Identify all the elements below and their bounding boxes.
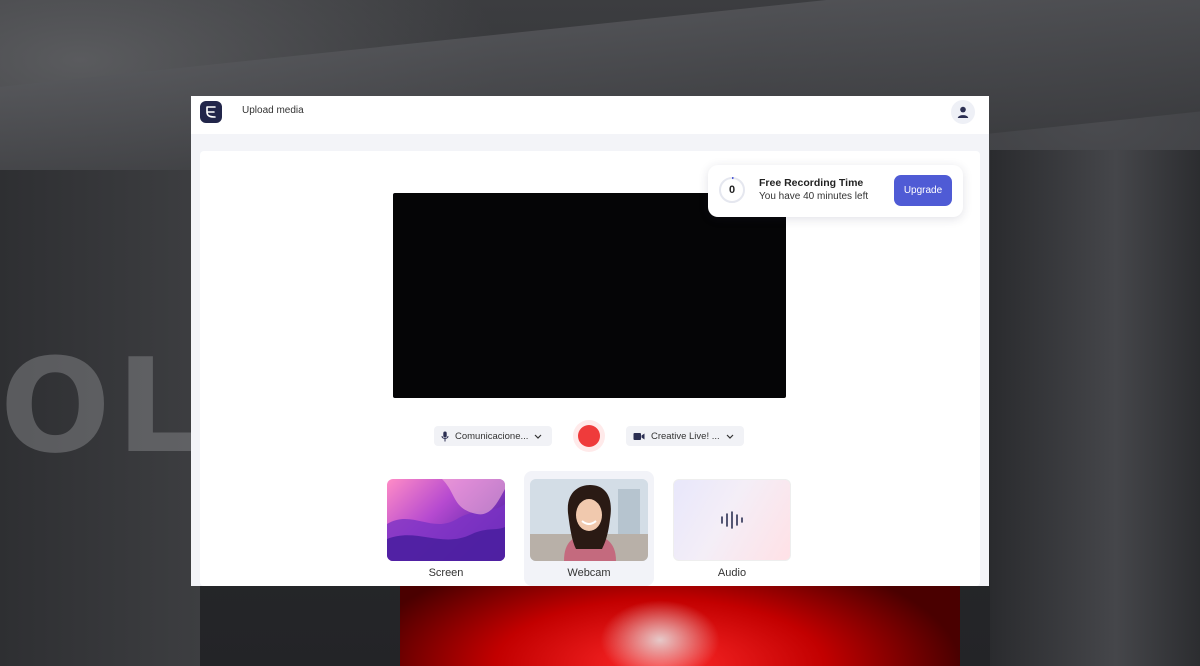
camera-select[interactable]: Creative Live! ... [626, 426, 744, 446]
quota-title: Free Recording Time [759, 177, 864, 189]
free-time-card: 0 Free Recording Time You have 40 minute… [708, 165, 963, 217]
microphone-select-label: Comunicacione... [455, 430, 529, 442]
webcam-thumbnail [530, 479, 648, 561]
screen-thumbnail [387, 479, 505, 561]
audio-thumbnail [673, 479, 791, 561]
record-button[interactable] [573, 420, 605, 452]
camera-select-label: Creative Live! ... [651, 430, 720, 442]
webcam-label: Webcam [567, 567, 611, 579]
video-camera-icon [633, 432, 645, 441]
chevron-down-icon [534, 434, 542, 439]
logo-icon[interactable] [200, 101, 222, 123]
upgrade-button[interactable]: Upgrade [894, 175, 952, 206]
microphone-icon [441, 431, 449, 442]
upload-media-link[interactable]: Upload media [242, 105, 304, 116]
record-dot [578, 425, 600, 447]
chevron-down-icon [726, 434, 734, 439]
minutes-used: 0 [728, 184, 736, 196]
microphone-select[interactable]: Comunicacione... [434, 426, 552, 446]
source-option-screen[interactable]: Screen [381, 471, 511, 586]
audio-label: Audio [717, 567, 747, 579]
quota-subtitle: You have 40 minutes left [759, 191, 869, 202]
recorder-window: Upload media 0 Free Recording Time You h… [191, 96, 989, 586]
source-option-webcam[interactable]: Webcam [524, 471, 654, 586]
source-option-audio[interactable]: Audio [667, 471, 797, 586]
screen-label: Screen [428, 567, 464, 579]
audio-waveform-icon [721, 511, 743, 529]
main-panel: 0 Free Recording Time You have 40 minute… [200, 151, 980, 586]
top-bar: Upload media [191, 96, 989, 134]
user-icon[interactable] [951, 100, 975, 124]
video-preview [393, 193, 786, 398]
